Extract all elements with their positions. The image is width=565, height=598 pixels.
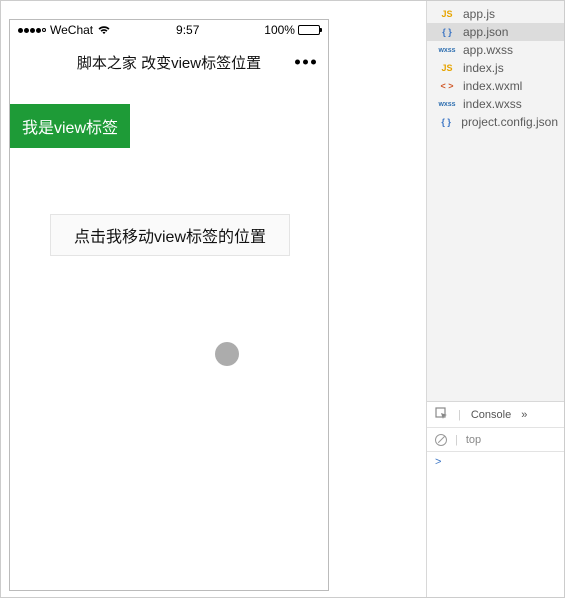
file-item[interactable]: JS index.js <box>427 59 564 77</box>
wxss-file-icon: wxss <box>437 101 457 108</box>
js-file-icon: JS <box>437 9 457 19</box>
file-name: app.wxss <box>463 43 513 57</box>
battery-percent: 100% <box>264 23 295 37</box>
wifi-icon <box>97 25 111 35</box>
file-item[interactable]: < > index.wxml <box>427 77 564 95</box>
tab-console[interactable]: Console <box>471 409 511 421</box>
file-item[interactable]: wxss index.wxss <box>427 95 564 113</box>
status-bar: WeChat 9:57 100% <box>10 20 328 40</box>
file-name: app.json <box>463 25 508 39</box>
json-file-icon: { } <box>437 27 457 37</box>
file-item[interactable]: JS app.js <box>427 5 564 23</box>
console-prompt[interactable]: > <box>427 452 564 472</box>
battery-icon <box>298 25 320 35</box>
divider: | <box>458 409 461 421</box>
more-icon[interactable] <box>295 60 316 65</box>
move-view-button[interactable]: 点击我移动view标签的位置 <box>50 214 290 256</box>
file-name: index.wxss <box>463 97 522 111</box>
file-name: index.wxml <box>463 79 522 93</box>
view-tag: 我是view标签 <box>10 104 130 148</box>
wxml-file-icon: < > <box>437 81 457 91</box>
console-panel: | Console » | top > <box>427 401 564 597</box>
clear-console-icon[interactable] <box>435 434 447 446</box>
more-tabs-icon[interactable]: » <box>521 409 527 421</box>
app-viewport: 我是view标签 点击我移动view标签的位置 <box>10 84 328 590</box>
file-item[interactable]: { } app.json <box>427 23 564 41</box>
touch-indicator-icon <box>215 342 239 366</box>
inspect-icon[interactable] <box>435 407 448 423</box>
js-file-icon: JS <box>437 63 457 73</box>
nav-bar: 脚本之家 改变view标签位置 <box>10 40 328 84</box>
signal-dots-icon <box>18 28 46 33</box>
file-name: index.js <box>463 61 504 75</box>
file-explorer: JS app.js { } app.json wxss app.wxss JS index.j… <box>427 1 564 401</box>
phone-frame: WeChat 9:57 100% 脚本之家 改变view标签位置 我是view标… <box>9 19 329 591</box>
page-title: 脚本之家 改变view标签位置 <box>77 52 261 73</box>
clock: 9:57 <box>176 23 199 37</box>
simulator-pane: WeChat 9:57 100% 脚本之家 改变view标签位置 我是view标… <box>1 1 426 597</box>
wxss-file-icon: wxss <box>437 47 457 54</box>
file-name: project.config.json <box>461 115 558 129</box>
file-item[interactable]: wxss app.wxss <box>427 41 564 59</box>
file-name: app.js <box>463 7 495 21</box>
json-file-icon: { } <box>437 117 455 127</box>
console-scope[interactable]: top <box>466 434 481 446</box>
file-item[interactable]: { } project.config.json <box>427 113 564 131</box>
carrier-label: WeChat <box>50 23 93 37</box>
divider: | <box>455 434 458 446</box>
